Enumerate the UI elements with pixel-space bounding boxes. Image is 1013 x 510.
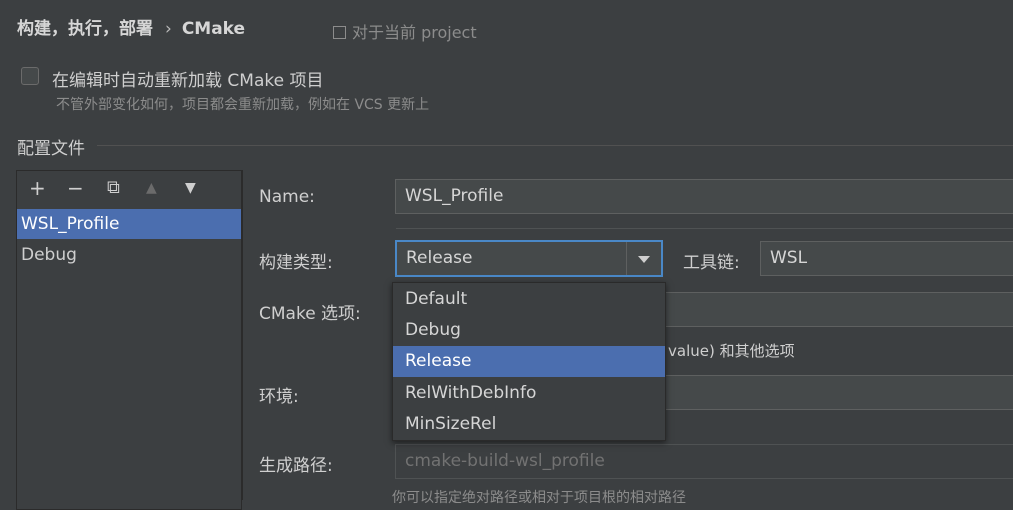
chevron-down-icon[interactable] xyxy=(638,256,650,263)
auto-reload-label[interactable]: 在编辑时自动重新加载 CMake 项目 xyxy=(52,66,323,91)
section-divider xyxy=(97,145,1013,146)
move-down-icon[interactable]: ▼ xyxy=(185,178,196,198)
combo-separator xyxy=(626,242,627,275)
profiles-section-title: 配置文件 xyxy=(17,139,85,159)
generation-path-hint: 你可以指定绝对路径或相对于项目根的相对路径 xyxy=(392,490,686,506)
panel-divider xyxy=(242,170,243,500)
dropdown-option-relwithdebinfo[interactable]: RelWithDebInfo xyxy=(393,378,665,409)
breadcrumb-separator-icon: › xyxy=(165,19,172,39)
copy-icon xyxy=(333,26,346,39)
dropdown-option-release[interactable]: Release xyxy=(393,346,665,377)
move-up-icon: ▲ xyxy=(146,180,157,196)
dropdown-option-minsizerel[interactable]: MinSizeRel xyxy=(393,409,665,440)
profile-item-wsl[interactable]: WSL_Profile xyxy=(17,209,241,239)
build-type-value: Release xyxy=(406,248,473,268)
scope-indicator: 对于当前 project xyxy=(333,19,477,43)
breadcrumb-current: CMake xyxy=(181,19,246,39)
cmake-options-field[interactable] xyxy=(660,292,1013,327)
copy-profile-icon[interactable]: ⧉ xyxy=(107,178,120,198)
auto-reload-hint: 不管外部变化如何，项目都会重新加载，例如在 VCS 更新上 xyxy=(56,97,430,113)
dropdown-option-debug[interactable]: Debug xyxy=(393,315,665,346)
breadcrumb-parent[interactable]: 构建，执行，部署 xyxy=(17,19,153,39)
auto-reload-checkbox[interactable] xyxy=(21,67,39,85)
name-field[interactable]: WSL_Profile xyxy=(395,179,1013,214)
scope-label: 对于当前 project xyxy=(352,23,477,42)
cmake-options-label: CMake 选项: xyxy=(259,304,361,324)
build-type-label: 构建类型: xyxy=(259,253,333,273)
generation-path-label: 生成路径: xyxy=(259,456,333,476)
environment-field[interactable] xyxy=(660,375,1013,410)
dropdown-option-default[interactable]: Default xyxy=(393,284,665,315)
add-icon[interactable]: + xyxy=(29,178,46,198)
toolchain-combobox[interactable]: WSL xyxy=(760,241,1013,276)
profiles-list-panel: + − ⧉ ▲ ▼ WSL_Profile Debug xyxy=(16,170,242,510)
build-type-dropdown: Default Debug Release RelWithDebInfo Min… xyxy=(392,282,666,441)
toolchain-label: 工具链: xyxy=(683,253,740,273)
form-divider xyxy=(396,228,1013,229)
generation-path-field[interactable]: cmake-build-wsl_profile xyxy=(395,444,1013,479)
name-label: Name: xyxy=(259,187,315,207)
remove-icon[interactable]: − xyxy=(67,178,84,198)
build-type-combobox[interactable]: Release xyxy=(395,240,663,277)
profile-item-debug[interactable]: Debug xyxy=(17,240,241,270)
breadcrumb: 构建，执行，部署 › CMake xyxy=(17,14,245,39)
environment-label: 环境: xyxy=(259,387,299,407)
cmake-options-hint: value) 和其他选项 xyxy=(668,342,795,360)
